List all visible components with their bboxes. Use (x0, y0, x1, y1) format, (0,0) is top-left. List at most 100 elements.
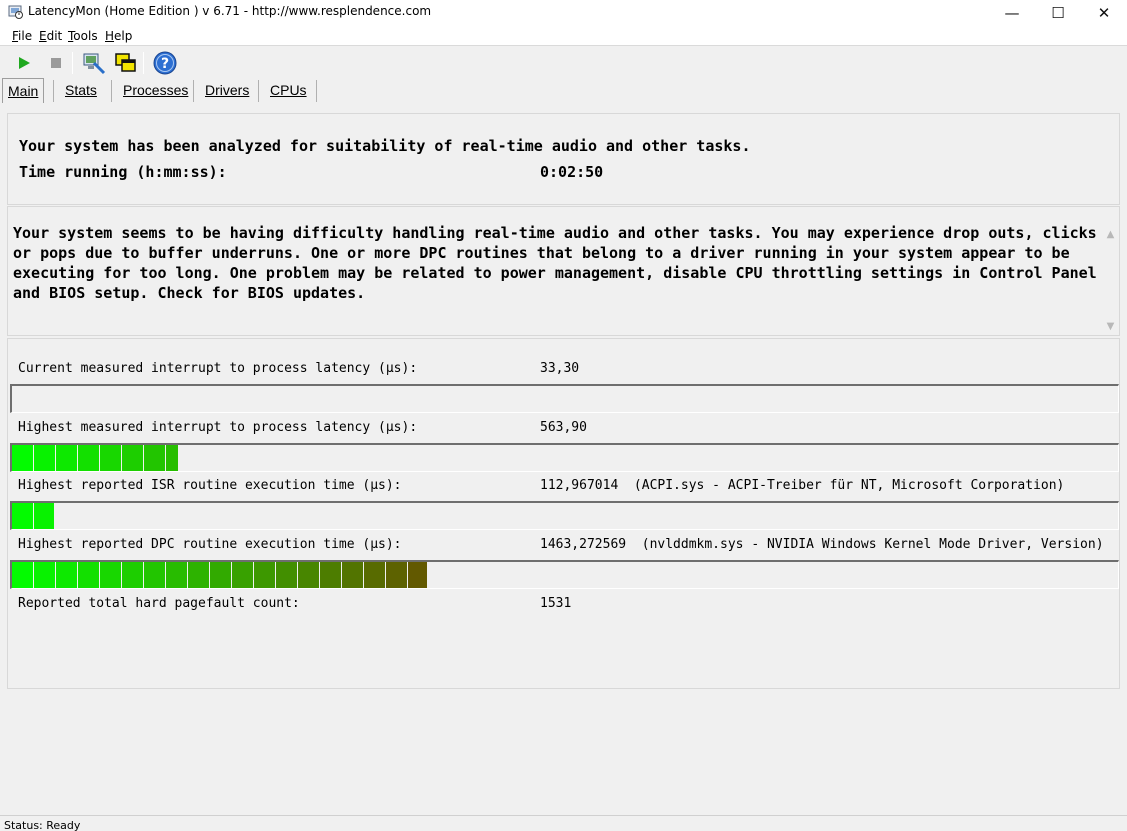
diagnosis-message: Your system seems to be having difficult… (13, 224, 1106, 302)
menu-edit[interactable]: Edit (39, 29, 62, 43)
bar-segment (144, 562, 165, 588)
current-latency-bar (10, 384, 1119, 413)
current-latency-label: Current measured interrupt to process la… (18, 361, 418, 376)
help-button[interactable]: ? (153, 51, 177, 75)
title-bar: LatencyMon (Home Edition ) v 6.71 - http… (0, 0, 1127, 25)
isr-time-label: Highest reported ISR routine execution t… (18, 478, 402, 493)
current-latency-bar-svg (12, 386, 1118, 412)
tab-drivers[interactable]: Drivers (205, 78, 249, 103)
latencymon-window: LatencyMon (Home Edition ) v 6.71 - http… (0, 0, 1127, 831)
bar-segment (122, 562, 143, 588)
bar-segment (254, 562, 275, 588)
current-latency-value: 33,30 (540, 361, 580, 376)
dpc-time-bar-svg (12, 562, 427, 588)
close-button[interactable]: ✕ (1081, 0, 1127, 25)
windows-icon (115, 53, 136, 72)
tab-separator (53, 80, 54, 102)
menu-edit-label: dit (46, 29, 63, 43)
bar-segment (100, 445, 121, 471)
scroll-down-icon[interactable]: ▼ (1105, 321, 1116, 332)
message-panel: Your system seems to be having difficult… (7, 206, 1120, 336)
metrics-panel: Current measured interrupt to process la… (7, 338, 1120, 689)
bar-segment (34, 445, 55, 471)
dpc-time-label: Highest reported DPC routine execution t… (18, 537, 402, 552)
bar-segment (78, 562, 99, 588)
isr-time-bar (10, 501, 1119, 530)
bar-segment (320, 562, 341, 588)
status-text: Status: Ready (4, 819, 81, 831)
menu-file-label: ile (18, 29, 33, 43)
bar-segment (122, 445, 143, 471)
menu-tools-label: ools (73, 29, 98, 43)
pagefault-value: 1531 (540, 596, 572, 611)
bar-segment (298, 562, 319, 588)
tab-main[interactable]: Main (2, 78, 45, 103)
status-bar: Status: Ready (0, 815, 1127, 831)
analysis-statement: Your system has been analyzed for suitab… (19, 137, 751, 155)
toolbar-separator (143, 52, 144, 74)
menu-help-label: elp (114, 29, 133, 43)
bar-segment (342, 562, 363, 588)
highest-latency-bar-svg (12, 445, 178, 471)
bar-segment (12, 445, 33, 471)
bar-segment (166, 445, 178, 471)
bar-segment (34, 503, 54, 529)
bar-segment (408, 562, 427, 588)
help-icon: ? (153, 51, 177, 75)
bar-segment (12, 503, 33, 529)
isr-time-bar-svg (12, 503, 54, 529)
bar-segment (78, 445, 99, 471)
tab-drivers-label: Drivers (205, 82, 250, 98)
menu-help[interactable]: Help (105, 29, 132, 43)
start-button[interactable] (12, 51, 36, 75)
bar-segment (56, 445, 77, 471)
tab-processes-label: Processes (123, 82, 189, 98)
scroll-up-icon[interactable]: ▲ (1105, 229, 1116, 240)
minimize-button[interactable]: — (989, 0, 1035, 25)
tab-separator (193, 80, 194, 102)
toolbar: ? (0, 47, 1127, 79)
windows-button[interactable] (114, 51, 138, 75)
maximize-button[interactable]: ☐ (1035, 0, 1081, 25)
toolbar-separator (72, 52, 73, 74)
bar-segment (386, 562, 407, 588)
tab-processes[interactable]: Processes (123, 78, 188, 103)
tab-cpus-label: CPUs (270, 82, 307, 98)
menu-tools[interactable]: Tools (68, 29, 98, 43)
isr-time-value: 112,967014 (ACPI.sys - ACPI-Treiber für … (540, 478, 1065, 493)
bar-segment (34, 562, 55, 588)
bar-segment (166, 562, 187, 588)
analyze-icon (83, 53, 106, 75)
bar-segment (188, 562, 209, 588)
tab-stats[interactable]: Stats (65, 78, 97, 103)
tab-bar: Main Stats Processes Drivers CPUs (0, 78, 1127, 103)
tab-stats-label: Stats (65, 82, 97, 98)
svg-text:?: ? (161, 56, 169, 72)
highest-latency-label: Highest measured interrupt to process la… (18, 420, 418, 435)
stop-icon (51, 58, 61, 68)
dpc-time-value: 1463,272569 (nvlddmkm.sys - NVIDIA Windo… (540, 537, 1104, 552)
stop-button[interactable] (44, 51, 68, 75)
menu-help-accel: H (105, 29, 115, 43)
tab-separator (258, 80, 259, 102)
summary-panel: Your system has been analyzed for suitab… (7, 113, 1120, 205)
bar-segment (144, 445, 165, 471)
bar-segment (12, 562, 33, 588)
tab-cpus[interactable]: CPUs (270, 78, 307, 103)
analyze-button[interactable] (82, 51, 106, 75)
menu-edit-accel: E (39, 29, 47, 43)
bar-segment (56, 562, 77, 588)
app-icon (8, 5, 23, 19)
bar-segment (276, 562, 297, 588)
bar-segment (232, 562, 253, 588)
menu-file[interactable]: File (12, 29, 32, 43)
bar-segment (364, 562, 385, 588)
time-running-value: 0:02:50 (540, 163, 604, 181)
time-running-label: Time running (h:mm:ss): (19, 163, 227, 181)
play-icon (19, 57, 30, 69)
window-title: LatencyMon (Home Edition ) v 6.71 - http… (28, 4, 432, 18)
highest-latency-value: 563,90 (540, 420, 587, 435)
tab-separator (316, 80, 317, 102)
dpc-time-bar (10, 560, 1119, 589)
menu-bar: File Edit Tools Help (0, 25, 1127, 46)
